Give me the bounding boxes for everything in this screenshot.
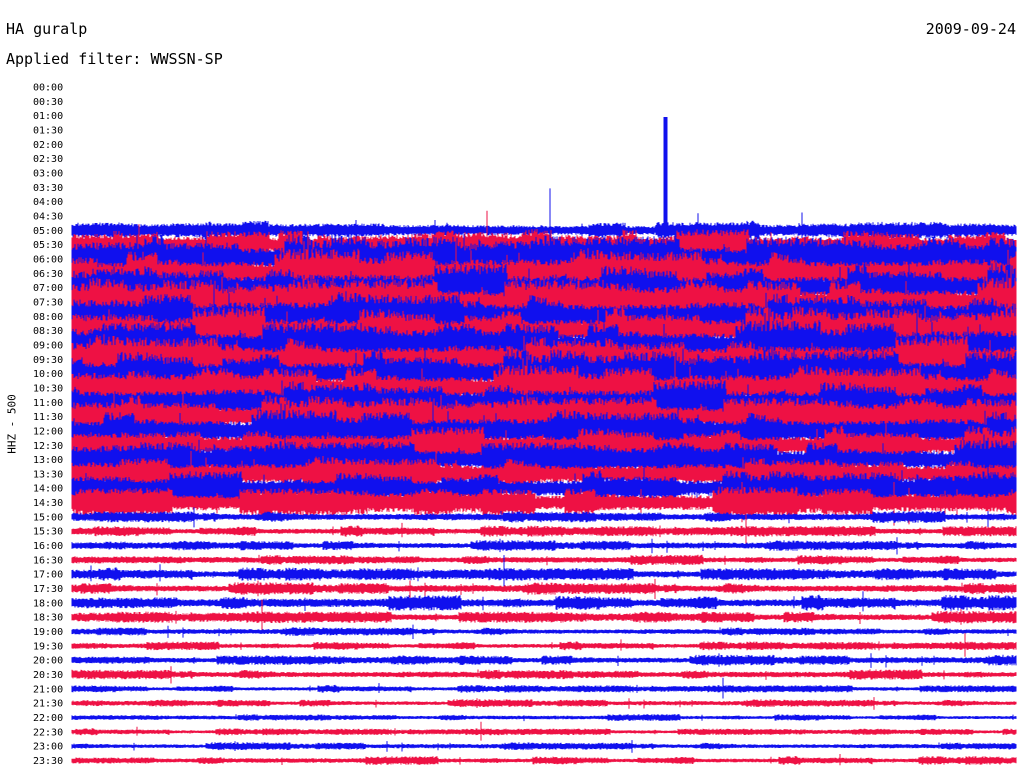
trace-line: [71, 697, 1017, 710]
time-tick-label: 04:30: [33, 211, 63, 222]
trace-line: [71, 624, 1017, 639]
time-tick-label: 12:30: [33, 441, 63, 452]
trace-line: [71, 554, 1017, 566]
time-tick-label: 18:00: [33, 598, 63, 609]
time-tick-label: 05:30: [33, 240, 63, 251]
time-tick-label: 06:00: [33, 254, 63, 265]
time-tick-label: 00:00: [33, 83, 63, 94]
trace-group: [71, 117, 1017, 766]
time-tick-labels: 00:00 00:30 01:00 01:30 02:00 02:30 03:00 03:30…: [33, 83, 63, 768]
time-tick-label: 02:00: [33, 140, 63, 151]
time-tick-label: 21:30: [33, 699, 63, 710]
trace-line: [71, 633, 1017, 657]
time-tick-label: 01:30: [33, 125, 63, 136]
time-tick-label: 07:00: [33, 283, 63, 294]
time-tick-label: 17:30: [33, 584, 63, 595]
trace-line: [71, 507, 1017, 528]
trace-line: [71, 117, 1017, 248]
trace-line: [71, 714, 1017, 722]
time-tick-label: 17:00: [33, 570, 63, 581]
time-tick-label: 22:30: [33, 727, 63, 738]
time-tick-label: 09:00: [33, 340, 63, 351]
trace-line: [71, 653, 1017, 668]
time-tick-label: 15:00: [33, 512, 63, 523]
time-tick-label: 00:30: [33, 97, 63, 108]
time-tick-label: 04:00: [33, 197, 63, 208]
time-tick-label: 06:30: [33, 269, 63, 280]
time-tick-label: 19:30: [33, 641, 63, 652]
time-tick-label: 22:00: [33, 713, 63, 724]
time-tick-label: 08:30: [33, 326, 63, 337]
time-tick-label: 03:30: [33, 183, 63, 194]
time-tick-label: 03:00: [33, 168, 63, 179]
time-tick-label: 20:30: [33, 670, 63, 681]
time-tick-label: 20:00: [33, 656, 63, 667]
time-tick-label: 10:00: [33, 369, 63, 380]
time-tick-label: 12:00: [33, 426, 63, 437]
trace-line: [71, 578, 1017, 599]
seismogram-plot: 00:00 00:30 01:00 01:30 02:00 02:30 03:00 03:30…: [33, 83, 1017, 768]
time-tick-label: 01:00: [33, 111, 63, 122]
time-tick-label: 10:30: [33, 383, 63, 394]
time-tick-label: 14:00: [33, 484, 63, 495]
trace-line: [71, 537, 1017, 555]
time-tick-label: 19:00: [33, 627, 63, 638]
trace-line: [71, 740, 1017, 753]
time-tick-label: 23:00: [33, 742, 63, 753]
time-tick-label: 16:00: [33, 541, 63, 552]
time-tick-label: 08:00: [33, 312, 63, 323]
trace-line: [71, 666, 1017, 684]
time-tick-label: 16:30: [33, 555, 63, 566]
time-tick-label: 15:30: [33, 527, 63, 538]
time-tick-label: 13:30: [33, 469, 63, 480]
time-tick-label: 09:30: [33, 355, 63, 366]
trace-line: [71, 677, 1017, 699]
time-tick-label: 18:30: [33, 613, 63, 624]
trace-line: [71, 721, 1017, 741]
time-tick-label: 07:30: [33, 297, 63, 308]
time-tick-label: 11:30: [33, 412, 63, 423]
time-tick-label: 11:00: [33, 398, 63, 409]
trace-line: [71, 754, 1017, 766]
time-tick-label: 14:30: [33, 498, 63, 509]
time-tick-label: 23:30: [33, 756, 63, 767]
time-tick-label: 13:00: [33, 455, 63, 466]
time-tick-label: 21:00: [33, 684, 63, 695]
time-tick-label: 02:30: [33, 154, 63, 165]
time-tick-label: 05:00: [33, 226, 63, 237]
